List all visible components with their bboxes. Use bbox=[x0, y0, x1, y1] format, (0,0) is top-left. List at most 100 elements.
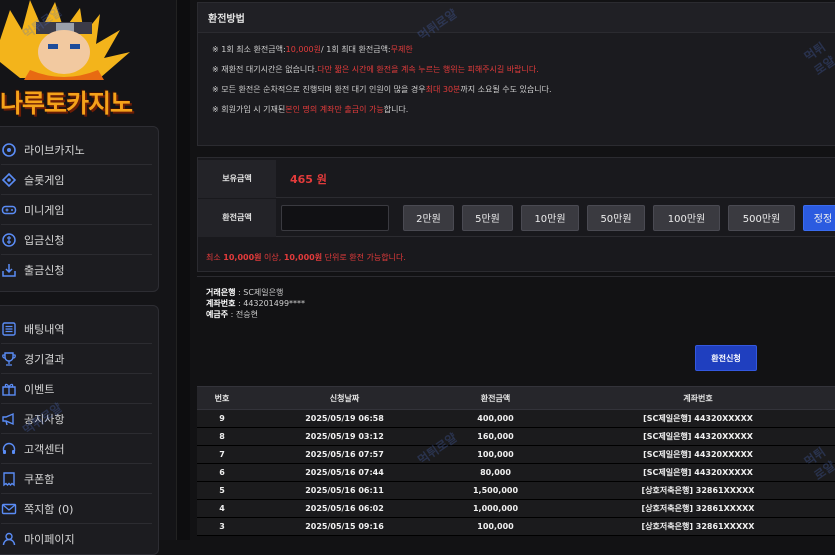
table-header: 번호 신청날짜 환전금액 계좌번호 bbox=[197, 386, 835, 410]
table-cell: 160,000 bbox=[477, 432, 514, 441]
table-cell: 2025/05/16 06:02 bbox=[305, 504, 384, 513]
slot-diamond-icon bbox=[1, 172, 17, 188]
table-cell: 100,000 bbox=[477, 450, 514, 459]
table-cell: [상호저축은행] 32861XXXXX bbox=[641, 504, 755, 513]
guide-text: ※ 1회 최소 환전금액: bbox=[212, 44, 286, 54]
amount-preset-button[interactable]: 500만원 bbox=[728, 204, 795, 231]
amount-label: 환전금액 bbox=[198, 198, 276, 237]
amount-preset-button[interactable]: 50만원 bbox=[587, 204, 645, 231]
guide-text: ※ 회원가입 시 기재된 bbox=[212, 104, 286, 114]
amount-row: 환전금액 2만원 5만원 10만원 50만원 100만원 500만원 정정 bbox=[198, 198, 835, 237]
amount-preset-button[interactable]: 2만원 bbox=[403, 204, 454, 231]
main-content: 환전방법 ※ 1회 최소 환전금액: 10,000원 / 1회 최대 환전금액:… bbox=[197, 0, 835, 540]
amount-preset-button[interactable]: 5만원 bbox=[462, 204, 513, 231]
exchange-form: 보유금액 465 원 환전금액 2만원 5만원 10만원 50만원 100만원 500만원… bbox=[197, 157, 835, 272]
table-row: 6 2025/05/16 07:44 80,000 [SC제일은행] 44320XXX… bbox=[197, 464, 835, 482]
reset-amount-button[interactable]: 정정 bbox=[803, 204, 835, 231]
note-suffix: 단위로 환전 가능합니다. bbox=[322, 253, 406, 262]
bank-info: 거래은행 : SC제일은행 계좌번호 : 443201499**** 예금주 :… bbox=[197, 276, 835, 328]
list-icon bbox=[1, 321, 17, 337]
table-cell: 80,000 bbox=[480, 468, 511, 477]
trophy-icon bbox=[1, 351, 17, 367]
holder-label: 예금주 bbox=[206, 310, 229, 319]
guide-highlight: 최대 30분 bbox=[425, 84, 461, 94]
megaphone-icon bbox=[1, 411, 17, 427]
column-header: 신청날짜 bbox=[329, 393, 360, 403]
table-cell: 100,000 bbox=[477, 522, 514, 531]
table-cell: 2025/05/16 07:44 bbox=[305, 468, 384, 477]
guide-text: ※ 모든 환전은 순차적으로 진행되며 환전 대기 인원이 많을 경우 bbox=[212, 84, 426, 94]
sidebar-item-slot-diamond[interactable]: 슬롯게임 bbox=[1, 165, 152, 195]
sidebar-item-megaphone[interactable]: 공지사항 bbox=[1, 404, 152, 434]
exchange-guide-panel: 환전방법 ※ 1회 최소 환전금액: 10,000원 / 1회 최대 환전금액:… bbox=[197, 2, 835, 146]
bank-value: : SC제일은행 bbox=[235, 288, 284, 297]
mail-icon bbox=[1, 501, 17, 517]
sidebar-item-label: 슬롯게임 bbox=[24, 173, 65, 187]
holder-line: 예금주 : 전승현 bbox=[206, 309, 835, 320]
table-row: 9 2025/05/19 06:58 400,000 [SC제일은행] 44320XX… bbox=[197, 410, 835, 428]
sidebar-item-mail[interactable]: 쪽지함 (0) bbox=[1, 494, 152, 524]
table-cell: 2025/05/16 06:11 bbox=[305, 486, 384, 495]
sidebar-item-list[interactable]: 배팅내역 bbox=[1, 314, 152, 344]
sidebar-menu-sub: 배팅내역경기결과이벤트공지사항고객센터 쿠폰함 쪽지함 (0) 마이페이지 bbox=[0, 305, 159, 555]
sidebar-item-label: 경기결과 bbox=[24, 352, 65, 366]
column-header: 환전금액 bbox=[480, 393, 511, 403]
guide-highlight: 10,000원 bbox=[285, 44, 321, 54]
table-row: 4 2025/05/16 06:02 1,000,000 [상호저축은행] 32861… bbox=[197, 500, 835, 518]
site-logo[interactable]: 나루토카지노 bbox=[0, 0, 160, 118]
sidebar-item-trophy[interactable]: 경기결과 bbox=[1, 344, 152, 374]
sidebar-item-headset[interactable]: 고객센터 bbox=[1, 434, 152, 464]
sidebar-item-withdraw-box[interactable]: 출금신청 bbox=[1, 255, 152, 285]
logo-text: 나루토카지노 bbox=[0, 89, 133, 118]
guide-line: ※ 회원가입 시 기재된 본인 명의 계좌만 출금이 가능 합니다. bbox=[198, 99, 835, 119]
withdraw-box-icon bbox=[1, 262, 17, 278]
table-cell: 5 bbox=[219, 486, 225, 495]
sidebar-item-coupon[interactable]: 쿠폰함 bbox=[1, 464, 152, 494]
table-row: 8 2025/05/19 03:12 160,000 [SC제일은행] 44320XX… bbox=[197, 428, 835, 446]
sidebar-menu-main: 라이브카지노슬롯게임미니게임입금신청출금신청 bbox=[0, 126, 159, 292]
sidebar-divider bbox=[176, 0, 190, 540]
table-cell: 9 bbox=[219, 414, 225, 423]
gamepad-icon bbox=[1, 202, 17, 218]
table-cell: [상호저축은행] 32861XXXXX bbox=[641, 486, 755, 495]
sidebar-item-label: 입금신청 bbox=[24, 233, 65, 247]
table-cell: 2025/05/19 06:58 bbox=[305, 414, 384, 423]
amount-preset-button[interactable]: 10만원 bbox=[521, 204, 579, 231]
amount-input[interactable] bbox=[281, 204, 389, 231]
sidebar-item-casino-chip[interactable]: 라이브카지노 bbox=[1, 135, 152, 165]
sidebar-item-user[interactable]: 마이페이지 bbox=[1, 524, 152, 554]
table-cell: [SC제일은행] 44320XXXXX bbox=[643, 450, 753, 459]
sidebar-item-label: 공지사항 bbox=[24, 412, 65, 426]
table-row: 5 2025/05/16 06:11 1,500,000 [상호저축은행] 32861… bbox=[197, 482, 835, 500]
table-cell: [SC제일은행] 44320XXXXX bbox=[643, 414, 753, 423]
table-row: 7 2025/05/16 07:57 100,000 [SC제일은행] 44320XX… bbox=[197, 446, 835, 464]
note-mid: 이상, bbox=[261, 253, 284, 262]
column-header: 계좌번호 bbox=[683, 393, 713, 403]
gift-icon bbox=[1, 381, 17, 397]
table-cell: [SC제일은행] 44320XXXXX bbox=[643, 468, 753, 477]
table-cell: 1,000,000 bbox=[472, 504, 519, 513]
sidebar-item-gift[interactable]: 이벤트 bbox=[1, 374, 152, 404]
note-min: 10,000원 bbox=[223, 253, 262, 262]
guide-text: / 1회 최대 환전금액: bbox=[321, 44, 391, 54]
exchange-history-table: 번호 신청날짜 환전금액 계좌번호 9 2025/05/19 06:58 400,000 [… bbox=[197, 386, 835, 536]
table-row: 3 2025/05/15 09:16 100,000 [상호저축은행] 32861XX… bbox=[197, 518, 835, 536]
account-line: 계좌번호 : 443201499**** bbox=[206, 298, 835, 309]
guide-text: 합니다. bbox=[383, 104, 409, 114]
table-cell: 8 bbox=[219, 432, 225, 441]
sidebar-item-label: 라이브카지노 bbox=[24, 143, 85, 157]
table-cell: 6 bbox=[219, 468, 225, 477]
table-cell: 7 bbox=[219, 450, 225, 459]
sidebar-item-label: 배팅내역 bbox=[24, 322, 65, 336]
sidebar-item-gamepad[interactable]: 미니게임 bbox=[1, 195, 152, 225]
guide-highlight: 다만 짧은 시간에 환전을 계속 누르는 행위는 피해주시길 바랍니다. bbox=[317, 64, 539, 74]
table-cell: 2025/05/15 09:16 bbox=[305, 522, 384, 531]
sidebar-item-deposit-coin[interactable]: 입금신청 bbox=[1, 225, 152, 255]
note-unit: 10,000원 bbox=[283, 253, 323, 262]
balance-label: 보유금액 bbox=[198, 159, 276, 198]
amount-preset-button[interactable]: 100만원 bbox=[653, 204, 720, 231]
guide-text: 까지 소요될 수도 있습니다. bbox=[460, 84, 552, 94]
exchange-submit-button[interactable]: 환전신청 bbox=[695, 345, 757, 371]
note-prefix: 최소 bbox=[206, 253, 224, 262]
sidebar-item-label: 출금신청 bbox=[24, 264, 65, 277]
